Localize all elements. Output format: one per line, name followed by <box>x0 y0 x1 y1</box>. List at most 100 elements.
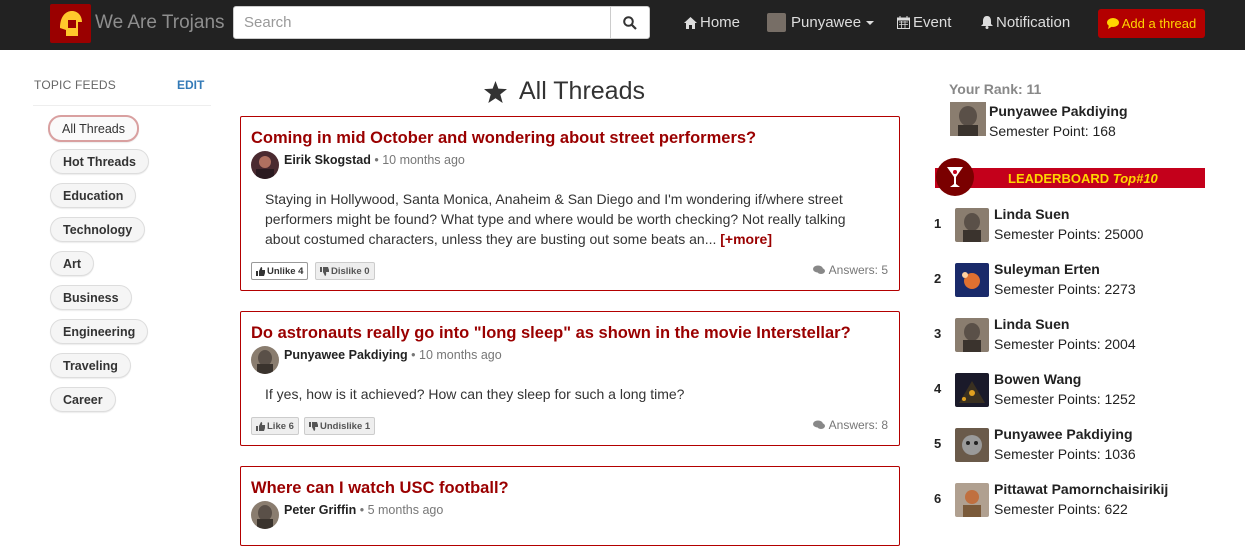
leaderboard-rank: 5 <box>934 436 942 451</box>
comments-icon <box>812 420 825 429</box>
avatar <box>955 318 989 352</box>
leaderboard-points: Semester Points: 1036 <box>994 446 1136 462</box>
like-label: Like 6 <box>267 420 294 432</box>
leaderboard-points: Semester Points: 1252 <box>994 391 1136 407</box>
topic-business[interactable]: Business <box>50 285 132 310</box>
thread-author[interactable]: Punyawee Pakdiying <box>284 348 408 362</box>
topic-technology[interactable]: Technology <box>50 217 146 242</box>
leaderboard-name[interactable]: Suleyman Erten <box>994 261 1100 277</box>
nav-user-label: Punyawee <box>791 14 862 31</box>
read-more-link[interactable]: [+more] <box>720 231 772 247</box>
search-input[interactable] <box>233 6 611 39</box>
thread-title[interactable]: Do astronauts really go into "long sleep… <box>251 324 851 343</box>
add-thread-button[interactable]: Add a thread <box>1098 9 1205 38</box>
answers-label: Answers: 8 <box>828 418 888 432</box>
search-bar <box>233 6 650 39</box>
answers-label: Answers: 5 <box>828 263 888 277</box>
leaderboard-rank: 2 <box>934 271 942 286</box>
undislike-button[interactable]: Undislike 1 <box>304 417 376 435</box>
divider <box>33 105 211 106</box>
leaderboard-title-text: LEADERBOARD <box>1008 171 1110 186</box>
add-thread-label: Add a thread <box>1121 16 1197 31</box>
edit-topics-link[interactable]: EDIT <box>177 78 204 92</box>
bell-icon <box>981 16 993 29</box>
leaderboard-title: LEADERBOARD Top#10 <box>1008 171 1158 186</box>
thread-meta: Eirik Skogstad • 10 months ago <box>284 153 465 167</box>
trojan-logo[interactable] <box>50 4 91 43</box>
leaderboard-rank: 4 <box>934 381 942 396</box>
nav-home[interactable]: Home <box>684 14 740 31</box>
topic-art[interactable]: Art <box>50 251 95 276</box>
thumbs-up-icon <box>256 421 265 431</box>
current-user-name[interactable]: Punyawee Pakdiying <box>989 103 1128 119</box>
thread-body: If yes, how is it achieved? How can they… <box>265 384 875 404</box>
topic-feeds-heading: TOPIC FEEDS <box>34 78 116 92</box>
unlike-button[interactable]: Unlike 4 <box>251 262 309 280</box>
thread-meta: Punyawee Pakdiying • 10 months ago <box>284 348 502 362</box>
leaderboard-points: Semester Points: 25000 <box>994 226 1144 242</box>
nav-notification-label: Notification <box>996 14 1071 31</box>
avatar <box>767 13 786 32</box>
avatar <box>251 151 279 179</box>
thread-time: 10 months ago <box>382 153 465 167</box>
comments-icon <box>812 265 825 274</box>
current-user-points: Semester Point: 168 <box>989 123 1116 139</box>
topic-all-threads[interactable]: All Threads <box>48 115 139 142</box>
thread-time: 10 months ago <box>419 348 502 362</box>
leaderboard-suffix: Top#10 <box>1112 171 1158 186</box>
thread-body: Staying in Hollywood, Santa Monica, Anah… <box>265 189 875 249</box>
leaderboard-points: Semester Points: 2004 <box>994 336 1136 352</box>
star-icon <box>484 80 507 103</box>
thread-title[interactable]: Coming in mid October and wondering abou… <box>251 129 756 148</box>
leaderboard-name[interactable]: Pittawat Pamornchaisirikij <box>994 481 1168 497</box>
thread-title[interactable]: Where can I watch USC football? <box>251 479 509 498</box>
top-navbar: We Are Trojans Home Punyawee Event Notif… <box>0 0 1245 50</box>
leaderboard-name[interactable]: Bowen Wang <box>994 371 1081 387</box>
thumbs-down-icon <box>320 266 329 276</box>
avatar <box>950 102 986 136</box>
answers-count[interactable]: Answers: 8 <box>812 418 888 432</box>
avatar <box>955 208 989 242</box>
chevron-down-icon <box>866 20 875 25</box>
thread-author[interactable]: Eirik Skogstad <box>284 153 371 167</box>
meta-separator: • <box>359 503 368 517</box>
thread-author[interactable]: Peter Griffin <box>284 503 356 517</box>
brand-name[interactable]: We Are Trojans <box>95 12 225 34</box>
dislike-label: Dislike 0 <box>331 265 370 277</box>
your-rank: Your Rank: 11 <box>949 81 1042 97</box>
page-title-text: All Threads <box>519 77 645 105</box>
home-icon <box>684 16 697 29</box>
comment-icon <box>1106 18 1119 29</box>
avatar <box>955 483 989 517</box>
thread-card: Where can I watch USC football? Peter Gr… <box>240 466 900 546</box>
topic-education[interactable]: Education <box>50 183 137 208</box>
avatar <box>251 346 279 374</box>
nav-user-menu[interactable]: Punyawee <box>767 13 875 32</box>
avatar <box>955 263 989 297</box>
avatar <box>955 428 989 462</box>
thread-card: Do astronauts really go into "long sleep… <box>240 311 900 446</box>
leaderboard-rank: 1 <box>934 216 942 231</box>
thread-time: 5 months ago <box>367 503 444 517</box>
nav-home-label: Home <box>700 14 741 31</box>
nav-event[interactable]: Event <box>897 14 951 31</box>
topic-engineering[interactable]: Engineering <box>50 319 149 344</box>
calendar-icon <box>897 16 910 29</box>
topic-traveling[interactable]: Traveling <box>50 353 131 378</box>
leaderboard-name[interactable]: Punyawee Pakdiying <box>994 426 1133 442</box>
leaderboard-points: Semester Points: 2273 <box>994 281 1136 297</box>
answers-count[interactable]: Answers: 5 <box>812 263 888 277</box>
thread-card: Coming in mid October and wondering abou… <box>240 116 900 291</box>
leaderboard-name[interactable]: Linda Suen <box>994 316 1069 332</box>
search-button[interactable] <box>610 6 650 39</box>
topic-career[interactable]: Career <box>50 387 116 412</box>
like-button[interactable]: Like 6 <box>251 417 299 435</box>
thread-meta: Peter Griffin • 5 months ago <box>284 503 443 517</box>
leaderboard-name[interactable]: Linda Suen <box>994 206 1069 222</box>
avatar <box>251 501 279 529</box>
undislike-label: Undislike 1 <box>320 420 371 432</box>
nav-notification[interactable]: Notification <box>981 14 1070 31</box>
topic-hot-threads[interactable]: Hot Threads <box>50 149 149 174</box>
avatar <box>955 373 989 407</box>
dislike-button[interactable]: Dislike 0 <box>315 262 375 280</box>
